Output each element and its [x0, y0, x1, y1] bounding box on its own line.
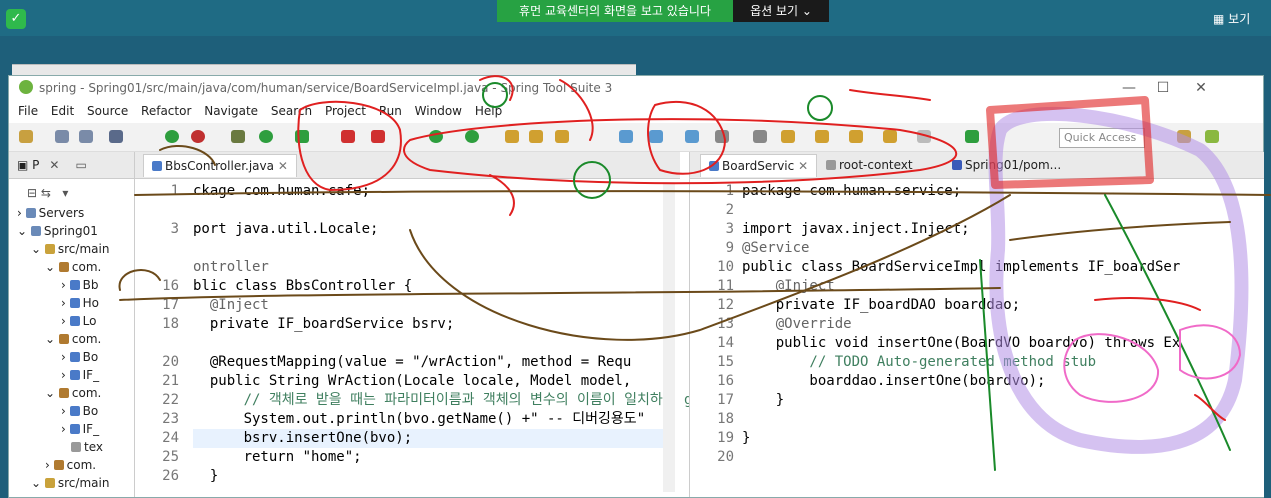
- close-button[interactable]: ✕: [1185, 76, 1217, 100]
- close-icon: ✕: [798, 159, 809, 173]
- task-icon[interactable]: [965, 130, 979, 143]
- back-icon[interactable]: [883, 130, 897, 143]
- save-icon[interactable]: [55, 130, 69, 143]
- debug-icon[interactable]: [231, 130, 245, 143]
- editor-tabbar: BoardServic ✕ root-context Spring01/pom.…: [690, 152, 1264, 179]
- open-folder-icon[interactable]: [505, 130, 519, 143]
- spring-icon: [19, 80, 33, 94]
- next-annotation-icon[interactable]: [781, 130, 795, 143]
- open-type-icon[interactable]: [529, 130, 543, 143]
- forward-icon[interactable]: [917, 130, 931, 143]
- tab-boardserviceimpl[interactable]: BoardServic ✕: [700, 154, 818, 177]
- refresh-icon[interactable]: [465, 130, 479, 143]
- menu-project[interactable]: Project: [325, 100, 366, 122]
- package-icon: ▣: [17, 158, 33, 172]
- sts-window: spring - Spring01/src/main/java/com/huma…: [8, 75, 1264, 498]
- vertical-scrollbar[interactable]: [663, 182, 675, 492]
- tree-item-package[interactable]: ⌄ com.: [45, 384, 101, 402]
- maximize-button[interactable]: ☐: [1147, 76, 1179, 100]
- menu-edit[interactable]: Edit: [51, 100, 74, 122]
- console-icon[interactable]: [109, 130, 123, 143]
- shield-icon[interactable]: ✓: [6, 9, 26, 29]
- spring-perspective-icon[interactable]: [1205, 130, 1219, 143]
- minimize-button[interactable]: —: [1113, 76, 1145, 100]
- menu-window[interactable]: Window: [415, 100, 462, 122]
- new-icon[interactable]: [19, 130, 33, 143]
- tree-item-file[interactable]: › Bb: [61, 276, 98, 294]
- menu-help[interactable]: Help: [475, 100, 502, 122]
- tree-item-package[interactable]: › com.: [45, 456, 96, 474]
- stop-server-icon[interactable]: [191, 130, 205, 143]
- tree-item-src-main[interactable]: ⌄ src/main: [31, 474, 109, 492]
- last-edit-icon[interactable]: [849, 130, 863, 143]
- show-whitespace-icon[interactable]: [685, 130, 699, 143]
- tree-item-file[interactable]: › Lo: [61, 312, 96, 330]
- deploy-icon[interactable]: [371, 130, 385, 143]
- tree-item-file[interactable]: › IF_: [61, 366, 99, 384]
- external-tools-icon[interactable]: [295, 130, 309, 143]
- prev-annotation-icon[interactable]: [815, 130, 829, 143]
- tree-item-servers[interactable]: › Servers: [17, 204, 84, 222]
- editor-tabbar: BbsController.java ✕: [135, 152, 680, 179]
- quick-access-input[interactable]: Quick Access: [1059, 128, 1145, 148]
- close-icon: ✕: [277, 159, 288, 173]
- package-explorer: ▣ P ✕ ▭ ⊟ ⇆ ▾ › Servers ⌄ Spring01 ⌄ src/m…: [9, 152, 135, 497]
- close-icon[interactable]: ✕: [49, 158, 59, 172]
- stop-icon[interactable]: [341, 130, 355, 143]
- tree-item-package[interactable]: ⌄ com.: [45, 258, 101, 276]
- open-perspective-icon[interactable]: [1177, 130, 1191, 143]
- menu-bar: File Edit Source Refactor Navigate Searc…: [9, 100, 1263, 122]
- menu-search[interactable]: Search: [271, 100, 312, 122]
- menu-run[interactable]: Run: [379, 100, 402, 122]
- tree-item-file[interactable]: › IF_: [61, 420, 99, 438]
- menu-source[interactable]: Source: [87, 100, 128, 122]
- explorer-toolbar[interactable]: ⊟ ⇆ ▾: [27, 184, 68, 202]
- editor-bbscontroller: BbsController.java ✕ 1 3 16 17 18 20 21 …: [135, 152, 709, 497]
- package-explorer-tab[interactable]: ▣ P ✕ ▭: [9, 152, 134, 179]
- tree-item-file[interactable]: › Ho: [61, 294, 99, 312]
- view-button[interactable]: ▦ 보기: [1213, 8, 1267, 30]
- zoom-sharing-banner: 휴먼 교육센터의 화면을 보고 있습니다: [497, 0, 733, 22]
- tab-root-context[interactable]: root-context: [818, 154, 921, 176]
- highlight-icon[interactable]: [649, 130, 663, 143]
- tree-item-package[interactable]: ⌄ com.: [45, 330, 101, 348]
- editor-boardserviceimpl: BoardServic ✕ root-context Spring01/pom.…: [689, 152, 1264, 497]
- block-select-icon[interactable]: [715, 130, 729, 143]
- new-spring-icon[interactable]: [429, 130, 443, 143]
- tree-item-file[interactable]: › Bo: [61, 402, 98, 420]
- tab-bbscontroller[interactable]: BbsController.java ✕: [143, 154, 297, 177]
- tree-item-file[interactable]: › Bo: [61, 348, 98, 366]
- window-title: spring - Spring01/src/main/java/com/huma…: [39, 81, 613, 95]
- save-all-icon[interactable]: [79, 130, 93, 143]
- pin-icon[interactable]: [753, 130, 767, 143]
- tree-item-file[interactable]: tex: [71, 438, 103, 456]
- grid-icon: ▦: [1213, 12, 1229, 26]
- menu-navigate[interactable]: Navigate: [204, 100, 258, 122]
- menu-refactor[interactable]: Refactor: [141, 100, 191, 122]
- minimize-view-icon[interactable]: ▭: [75, 158, 86, 172]
- run-icon[interactable]: [259, 130, 273, 143]
- tab-pom[interactable]: Spring01/pom...: [944, 154, 1069, 176]
- start-server-icon[interactable]: [165, 130, 179, 143]
- title-bar: spring - Spring01/src/main/java/com/huma…: [9, 76, 1263, 100]
- view-options-button[interactable]: 옵션 보기 ⌄: [733, 0, 829, 22]
- search-icon[interactable]: [555, 130, 569, 143]
- tree-item-src-main[interactable]: ⌄ src/main: [31, 240, 109, 258]
- menu-file[interactable]: File: [18, 100, 38, 122]
- tree-item-spring01[interactable]: ⌄ Spring01: [17, 222, 98, 240]
- toggle-mark-icon[interactable]: [619, 130, 633, 143]
